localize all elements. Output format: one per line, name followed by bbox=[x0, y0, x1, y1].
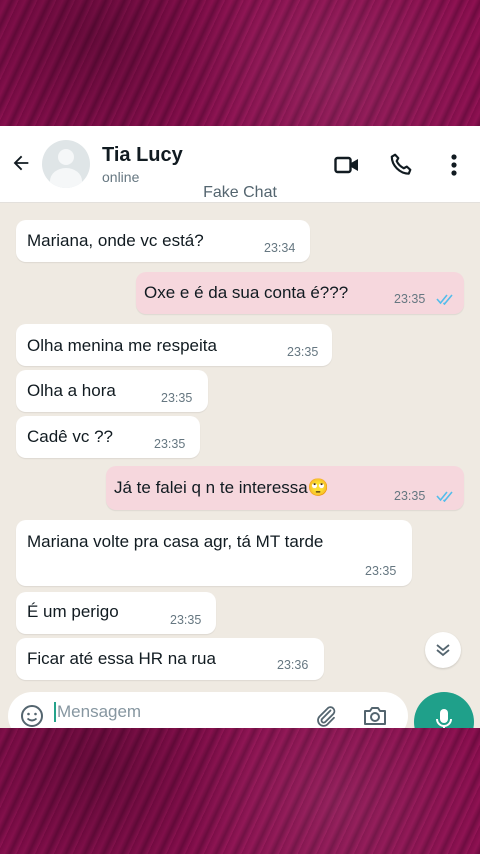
message-bubble-incoming[interactable]: Mariana volte pra casa agr, tá MT tarde … bbox=[16, 520, 412, 586]
message-time: 23:36 bbox=[277, 658, 309, 672]
message-bubble-incoming[interactable]: Olha a hora 23:35 bbox=[16, 370, 208, 412]
message-input[interactable]: Mensagem bbox=[54, 702, 141, 722]
message-time: 23:35 bbox=[170, 613, 202, 627]
message-text: Olha menina me respeita bbox=[27, 336, 217, 355]
message-text: Já te falei q n te interessa🙄 bbox=[114, 478, 329, 497]
voice-call-icon[interactable] bbox=[388, 152, 414, 178]
message-time: 23:35 bbox=[394, 489, 426, 503]
background-band-top bbox=[0, 0, 480, 126]
message-time: 23:35 bbox=[365, 564, 397, 578]
message-time: 23:35 bbox=[287, 345, 319, 359]
message-time: 23:35 bbox=[161, 391, 193, 405]
message-text: Olha a hora bbox=[27, 381, 116, 400]
message-bubble-incoming[interactable]: Olha menina me respeita 23:35 bbox=[16, 324, 332, 366]
chat-header: Tia Lucy online Fake Chat bbox=[0, 126, 480, 203]
avatar[interactable] bbox=[42, 140, 90, 188]
camera-icon[interactable] bbox=[362, 704, 388, 728]
message-text: Oxe e é da sua conta é??? bbox=[144, 283, 349, 302]
message-bubble-outgoing[interactable]: Já te falei q n te interessa🙄 23:35 bbox=[106, 466, 464, 510]
message-list: Mariana, onde vc está? 23:34 Oxe e é da … bbox=[0, 202, 480, 728]
message-time: 23:34 bbox=[264, 241, 296, 255]
video-call-icon[interactable] bbox=[334, 152, 360, 178]
attach-icon[interactable] bbox=[314, 704, 338, 728]
message-text: Mariana volte pra casa agr, tá MT tarde bbox=[27, 532, 324, 551]
message-text: É um perigo bbox=[27, 602, 119, 621]
chat-screen: Tia Lucy online Fake Chat Mariana, onde … bbox=[0, 126, 480, 728]
read-ticks-icon bbox=[436, 491, 453, 502]
message-time: 23:35 bbox=[154, 437, 186, 451]
double-chevron-down-icon bbox=[436, 644, 450, 657]
read-ticks-icon bbox=[436, 294, 453, 305]
emoji-icon[interactable] bbox=[20, 704, 44, 728]
message-bubble-incoming[interactable]: Ficar até essa HR na rua 23:36 bbox=[16, 638, 324, 680]
mic-icon bbox=[436, 709, 452, 728]
background-band-bottom bbox=[0, 728, 480, 854]
contact-status: online bbox=[102, 169, 140, 185]
message-text: Cadê vc ?? bbox=[27, 427, 113, 446]
more-options-icon[interactable] bbox=[441, 152, 467, 178]
message-text: Ficar até essa HR na rua bbox=[27, 649, 216, 668]
message-bubble-incoming[interactable]: É um perigo 23:35 bbox=[16, 592, 216, 634]
message-bubble-incoming[interactable]: Mariana, onde vc está? 23:34 bbox=[16, 220, 310, 262]
message-composer: Mensagem bbox=[8, 692, 408, 728]
message-bubble-outgoing[interactable]: Oxe e é da sua conta é??? 23:35 bbox=[136, 272, 464, 314]
message-time: 23:35 bbox=[394, 292, 426, 306]
contact-name[interactable]: Tia Lucy bbox=[102, 144, 183, 167]
scroll-to-bottom-button[interactable] bbox=[425, 632, 461, 668]
message-text: Mariana, onde vc está? bbox=[27, 231, 204, 250]
fake-chat-watermark: Fake Chat bbox=[203, 184, 277, 201]
message-bubble-incoming[interactable]: Cadê vc ?? 23:35 bbox=[16, 416, 200, 458]
back-arrow-icon[interactable] bbox=[10, 152, 32, 174]
